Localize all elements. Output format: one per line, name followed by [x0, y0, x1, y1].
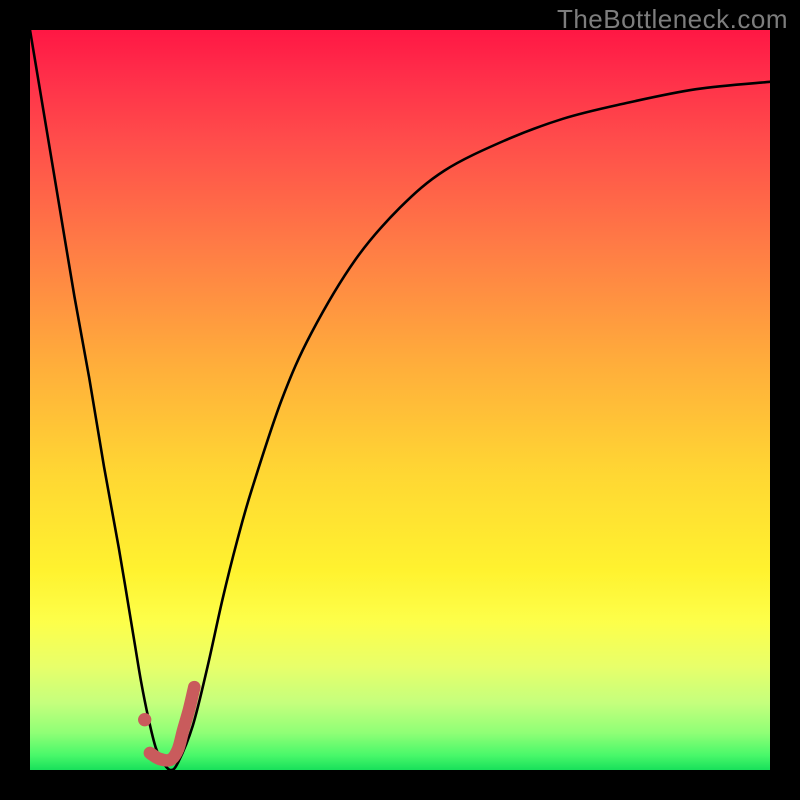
bottleneck-curve	[30, 30, 770, 770]
plot-area	[30, 30, 770, 770]
chart-svg	[30, 30, 770, 770]
chart-frame: TheBottleneck.com	[0, 0, 800, 800]
marker-dot	[138, 713, 151, 726]
watermark-text: TheBottleneck.com	[557, 4, 788, 35]
